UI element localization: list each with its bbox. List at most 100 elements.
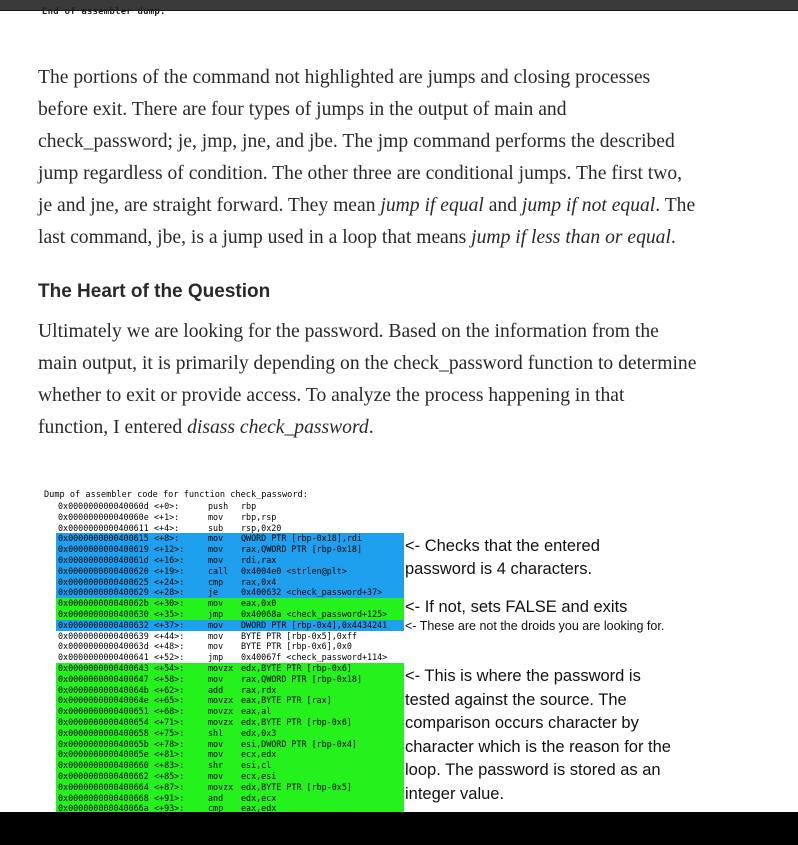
asm-op: and xyxy=(208,792,224,803)
asm-arg: eax,0x0 xyxy=(241,598,277,609)
body-text: Ultimately we are looking for the passwo… xyxy=(38,321,659,342)
asm-addr: 0x000000000040063d xyxy=(58,641,149,652)
asm-arg: edx,BYTE PTR [rbp-0x6] xyxy=(241,716,352,727)
body-text: The portions of the command not highligh… xyxy=(38,67,651,88)
asm-row: 0x0000000000400615 <+8>: mov QWORD PTR [rbp… xyxy=(56,533,404,545)
asm-addr: 0x0000000000400619 xyxy=(58,544,149,555)
asm-op: add xyxy=(208,684,224,695)
asm-arg: esi,DWORD PTR [rbp-0x4] xyxy=(241,738,357,749)
emphasis-text: jump if less than or equal xyxy=(471,227,671,248)
body-text: jump regardless of condition. The other … xyxy=(38,163,683,184)
asm-op: mov xyxy=(208,673,224,684)
asm-op: movzx xyxy=(208,781,234,792)
asm-arg: edx,BYTE PTR [rbp-0x5] xyxy=(241,781,352,792)
paragraph-line: whether to exit or provide access. To an… xyxy=(38,380,728,412)
annotation-line: loop. The password is stored as an xyxy=(405,761,661,780)
asm-op: movzx xyxy=(208,716,234,727)
asm-addr: 0x000000000040065e xyxy=(58,749,149,760)
asm-op: mov xyxy=(208,770,224,781)
asm-off: <+78>: xyxy=(154,738,185,749)
asm-op: mov xyxy=(208,554,224,565)
annotation-false-exit: <- If not, sets FALSE and exits xyxy=(405,596,627,618)
asm-arg: 0x400632 <check_password+37> xyxy=(241,587,383,598)
body-text: . The xyxy=(655,195,696,216)
asm-off: <+54>: xyxy=(154,662,185,673)
asm-addr: 0x000000000040060e xyxy=(58,511,149,522)
assembler-dump-title: Dump of assembler code for function chec… xyxy=(44,490,308,500)
asm-addr: 0x0000000000400615 xyxy=(58,533,149,544)
asm-off: <+68>: xyxy=(154,706,185,717)
asm-op: movzx xyxy=(208,706,234,717)
asm-arg: rdi,rax xyxy=(241,554,277,565)
asm-addr: 0x0000000000400639 xyxy=(58,630,149,641)
asm-arg: eax,BYTE PTR [rax] xyxy=(241,695,332,706)
body-text: check_password; je, jmp, jne, and jbe. T… xyxy=(38,131,675,152)
asm-addr: 0x000000000040066a xyxy=(58,803,149,812)
asm-arg: rbp,rsp xyxy=(241,511,277,522)
asm-addr: 0x000000000040064e xyxy=(58,695,149,706)
asm-row: 0x000000000040066a <+93>: cmp eax,edx xyxy=(56,803,404,812)
asm-op: mov xyxy=(208,544,224,555)
asm-arg: eax,al xyxy=(241,706,272,717)
asm-op: jmp xyxy=(208,608,224,619)
body-text: function, I entered xyxy=(38,417,188,438)
asm-off: <+28>: xyxy=(154,587,185,598)
asm-off: <+37>: xyxy=(154,619,185,630)
asm-op: push xyxy=(208,501,229,511)
asm-arg: 0x40067f <check_password+114> xyxy=(241,652,388,663)
asm-addr: 0x0000000000400630 xyxy=(58,608,149,619)
annotation-line: password is 4 characters. xyxy=(405,560,593,578)
asm-row: 0x000000000040062b <+30>: mov eax,0x0 xyxy=(56,598,404,609)
body-text: . xyxy=(368,417,374,438)
asm-arg: rax,0x4 xyxy=(241,576,277,587)
asm-off: <+19>: xyxy=(154,565,185,576)
asm-arg: edx,ecx xyxy=(241,792,277,803)
asm-op: mov xyxy=(208,533,224,544)
paragraph-jumps-explanation: The portions of the command not highligh… xyxy=(38,62,728,254)
asm-op: mov xyxy=(208,619,224,630)
paragraph-line: The portions of the command not highligh… xyxy=(38,62,728,94)
asm-addr: 0x0000000000400668 xyxy=(58,792,149,803)
body-text: . xyxy=(670,227,676,248)
asm-addr: 0x0000000000400647 xyxy=(58,673,149,684)
asm-row: 0x0000000000400619 <+12>: mov rax,QWORD PTR… xyxy=(56,544,404,555)
body-text: last command, jbe, is a jump used in a l… xyxy=(38,227,472,248)
asm-off: <+81>: xyxy=(154,749,185,760)
asm-addr: 0x0000000000400654 xyxy=(58,716,149,727)
asm-addr: 0x0000000000400664 xyxy=(58,781,149,792)
asm-off: <+16>: xyxy=(154,554,185,565)
asm-addr: 0x0000000000400620 xyxy=(58,565,149,576)
asm-op: jmp xyxy=(208,652,224,663)
asm-off: <+58>: xyxy=(154,673,185,684)
asm-op: mov xyxy=(208,749,224,760)
asm-addr: 0x0000000000400662 xyxy=(58,770,149,781)
asm-addr: 0x0000000000400651 xyxy=(58,706,149,717)
asm-addr: 0x0000000000400611 xyxy=(58,522,149,533)
asm-arg: eax,edx xyxy=(241,803,277,812)
body-text: whether to exit or provide access. To an… xyxy=(38,385,625,406)
asm-arg: ecx,edx xyxy=(241,749,277,760)
asm-op: sub xyxy=(208,522,224,533)
asm-row: 0x0000000000400641 <+52>: jmp 0x40067f <che… xyxy=(56,652,404,663)
emphasis-text: jump if equal xyxy=(380,195,484,216)
paragraph-password-analysis: Ultimately we are looking for the passwo… xyxy=(38,316,728,444)
asm-off: <+65>: xyxy=(154,695,185,706)
assembler-dump-listing: 0x000000000040060d <+0>: push rbp 0x00000000… xyxy=(56,501,404,812)
asm-off: <+0>: xyxy=(154,501,180,511)
asm-off: <+30>: xyxy=(154,598,185,609)
asm-off: <+35>: xyxy=(154,608,185,619)
asm-row: 0x0000000000400654 <+71>: movzx edx,BYTE PT… xyxy=(56,716,404,728)
asm-off: <+85>: xyxy=(154,770,185,781)
asm-addr: 0x0000000000400660 xyxy=(58,760,149,771)
asm-row: 0x0000000000400658 <+75>: shl edx,0x3 xyxy=(56,727,404,739)
asm-addr: 0x0000000000400632 xyxy=(58,619,149,630)
asm-row: 0x0000000000400660 <+83>: shr esi,cl xyxy=(56,760,404,771)
emphasis-text: jump if not equal xyxy=(521,195,656,216)
asm-row: 0x0000000000400620 <+19>: call 0x4004e0 <st… xyxy=(56,565,404,577)
emphasis-text: disass check_password xyxy=(187,417,369,438)
asm-row: 0x000000000040063d <+48>: mov BYTE PTR [rbp… xyxy=(56,641,404,652)
asm-off: <+12>: xyxy=(154,544,185,555)
asm-row: 0x0000000000400625 <+24>: cmp rax,0x4 xyxy=(56,576,404,588)
asm-row: 0x0000000000400664 <+87>: movzx edx,BYTE PT… xyxy=(56,781,404,793)
asm-off: <+91>: xyxy=(154,792,185,803)
